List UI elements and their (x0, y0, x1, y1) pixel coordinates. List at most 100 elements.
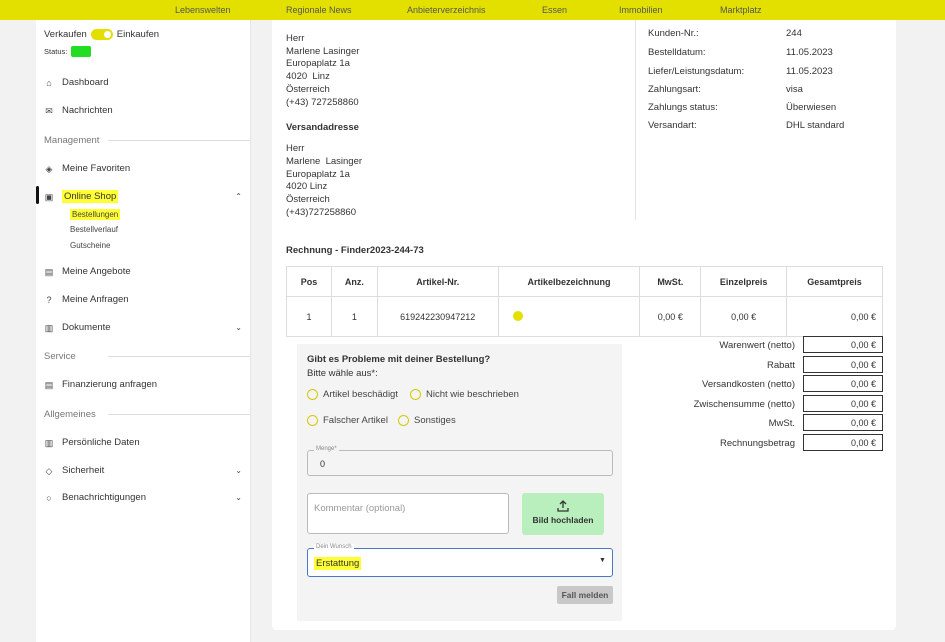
column-header: Einzelpreis (700, 266, 788, 297)
total-label: MwSt. (768, 418, 795, 429)
sidebar-subitem-gutscheine[interactable]: Gutscheine (70, 241, 110, 250)
nav-anbieterverzeichnis[interactable]: Anbieterverzeichnis (407, 5, 486, 15)
radio-sonstiges[interactable]: Sonstiges (398, 415, 456, 426)
quantity-value: 0 (320, 459, 326, 469)
sidebar-item-dokumente[interactable]: ▥ Dokumente ⌄ (44, 322, 244, 333)
upload-image-button[interactable]: Bild hochladen (522, 493, 604, 535)
shipping-heading: Versandadresse (286, 122, 359, 133)
radio-label: Falscher Artikel (323, 415, 388, 426)
comment-placeholder: Kommentar (optional) (314, 503, 406, 514)
meta-value: Überwiesen (786, 102, 837, 113)
problem-subheading: Bitte wähle aus*: (307, 368, 378, 379)
sidebar-item-label: Persönliche Daten (62, 437, 140, 448)
cube-icon: ◈ (45, 163, 53, 174)
shop-icon: ▣ (44, 191, 54, 202)
table-cell: 1 (330, 296, 378, 337)
problem-report-panel: Gibt es Probleme mit deiner Bestellung? … (297, 344, 622, 621)
meta-label: Kunden-Nr.: (648, 28, 699, 39)
upload-label: Bild hochladen (532, 515, 594, 525)
total-label: Rechnungsbetrag (720, 438, 795, 449)
divider (108, 356, 250, 357)
quantity-label: Menge* (314, 446, 339, 452)
sidebar-item-anfragen[interactable]: ? Meine Anfragen (44, 294, 129, 305)
radio-artikel-beschaedigt[interactable]: Artikel beschädigt (307, 389, 398, 400)
billing-city: 4020 Linz (286, 71, 330, 82)
report-case-button[interactable]: Fall melden (557, 586, 613, 604)
sidebar-item-finanzierung[interactable]: ▤ Finanzierung anfragen (44, 379, 157, 390)
total-value: 0,00 € (803, 375, 883, 392)
sidebar-subitem-bestellungen[interactable]: Bestellungen (70, 209, 121, 220)
sidebar-item-label: Dokumente (62, 322, 111, 333)
quantity-field[interactable]: Menge* 0 (307, 446, 613, 476)
total-label: Zwischensumme (netto) (693, 399, 795, 410)
billing-salutation: Herr (286, 33, 305, 44)
sidebar-item-persoenliche-daten[interactable]: ▥ Persönliche Daten (44, 437, 140, 448)
id-card-icon: ▥ (44, 437, 54, 448)
meta-label: Liefer/Leistungsdatum: (648, 66, 745, 77)
sidebar-item-angebote[interactable]: ▤ Meine Angebote (44, 266, 131, 277)
sidebar-item-label: Meine Anfragen (62, 294, 129, 305)
nav-regionale-news[interactable]: Regionale News (286, 5, 352, 15)
divider (635, 20, 636, 220)
nav-lebenswelten[interactable]: Lebenswelten (175, 5, 231, 15)
divider (108, 140, 250, 141)
comment-field[interactable]: Kommentar (optional) (307, 493, 509, 534)
section-service: Service (44, 351, 76, 362)
nav-immobilien[interactable]: Immobilien (619, 5, 663, 15)
order-detail-card: Herr Marlene Lasinger Europaplatz 1a 402… (272, 20, 896, 630)
mode-buy-label: Einkaufen (116, 29, 160, 40)
sidebar-item-online-shop[interactable]: ▣ Online Shop ⌃ (44, 190, 244, 203)
sidebar-item-nachrichten[interactable]: ✉ Nachrichten (44, 105, 113, 116)
chevron-down-icon: ⌄ (235, 466, 242, 475)
total-label: Warenwert (netto) (719, 340, 795, 351)
shield-icon: ◇ (45, 465, 53, 476)
radio-circle-icon (398, 415, 409, 426)
status-label: Status: (44, 47, 68, 56)
meta-label: Bestelldatum: (648, 47, 706, 58)
meta-label: Zahlungsart: (648, 84, 701, 95)
column-header: Artikelbezeichnung (497, 266, 641, 297)
meta-value: visa (786, 84, 803, 95)
meta-value: 11.05.2023 (786, 66, 833, 77)
table-cell: 0,00 € (700, 296, 788, 337)
billing-street: Europaplatz 1a (286, 58, 350, 69)
chevron-up-icon: ⌃ (235, 192, 242, 201)
mode-toggle[interactable] (90, 29, 113, 40)
table-cell (497, 296, 641, 337)
sidebar-item-sicherheit[interactable]: ◇ Sicherheit ⌄ (44, 465, 244, 476)
radio-circle-icon (307, 415, 318, 426)
mode-switch: Verkaufen Einkaufen (44, 29, 159, 40)
divider (108, 414, 250, 415)
meta-value: DHL standard (786, 120, 845, 131)
order-table: Pos Anz. Artikel-Nr. Artikelbezeichnung … (286, 266, 883, 337)
invoice-title: Rechnung - Finder2023-244-73 (286, 245, 424, 256)
radio-falscher-artikel[interactable]: Falscher Artikel (307, 415, 388, 426)
sidebar-item-benachrichtigungen[interactable]: ○ Benachrichtigungen ⌄ (44, 492, 244, 503)
table-cell: 1 (286, 296, 332, 337)
top-navigation: Lebenswelten Regionale News Anbieterverz… (0, 0, 945, 20)
wish-value: Erstattung (314, 557, 362, 570)
shipping-city: 4020 Linz (286, 181, 328, 192)
message-icon: ✉ (45, 105, 53, 116)
nav-essen[interactable]: Essen (542, 5, 567, 15)
section-management: Management (44, 135, 100, 146)
meta-value: 244 (786, 28, 802, 39)
shipping-salutation: Herr (286, 143, 305, 154)
shipping-name: Marlene Lasinger (286, 156, 363, 167)
radio-nicht-wie-beschrieben[interactable]: Nicht wie beschrieben (410, 389, 519, 400)
chevron-down-icon: ⌄ (235, 323, 242, 332)
nav-marktplatz[interactable]: Marktplatz (720, 5, 762, 15)
wish-select[interactable]: Dein Wunsch Erstattung ▼ (307, 544, 613, 577)
sidebar-item-label: Nachrichten (62, 105, 113, 116)
sidebar-item-dashboard[interactable]: ⌂ Dashboard (44, 77, 108, 88)
sidebar-item-label: Online Shop (62, 190, 119, 203)
home-icon: ⌂ (46, 77, 52, 88)
table-header-row: Pos Anz. Artikel-Nr. Artikelbezeichnung … (286, 266, 883, 297)
wish-label: Dein Wunsch (314, 544, 354, 550)
sidebar-item-favoriten[interactable]: ◈ Meine Favoriten (44, 163, 131, 174)
document-icon: ▥ (44, 322, 54, 333)
table-cell: 619242230947212 (376, 296, 499, 337)
sidebar-subitem-bestellverlauf[interactable]: Bestellverlauf (70, 225, 118, 234)
column-header: Pos (286, 266, 332, 297)
status-row: Status: (44, 46, 92, 57)
